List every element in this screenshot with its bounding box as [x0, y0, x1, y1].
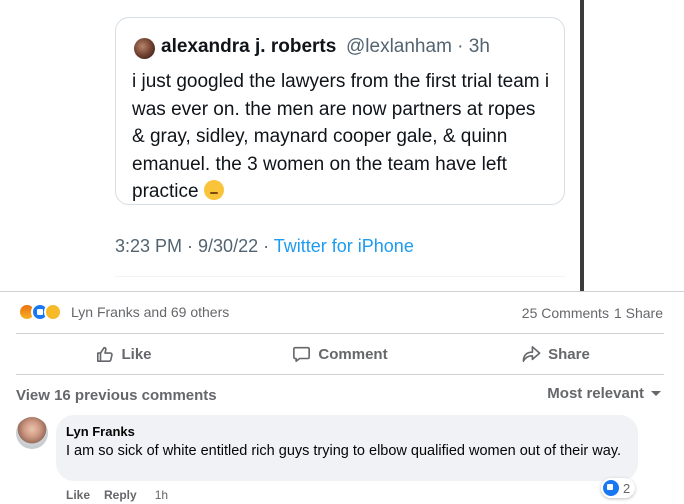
- comment-reaction-count[interactable]: 2: [601, 478, 636, 498]
- comment-icon: [293, 346, 311, 363]
- share-arrow-icon: [522, 345, 541, 363]
- tweet-text: i just googled the lawyers from the firs…: [132, 71, 550, 202]
- comment-actions: Like Reply 1h: [66, 488, 168, 502]
- comment-author[interactable]: Lyn Franks: [66, 424, 135, 439]
- post-counts: 25 Comments 1 Share: [522, 305, 663, 321]
- quoted-tweet-card: alexandra j. roberts @lexlanham · 3h i j…: [115, 17, 565, 205]
- sad-reaction-icon: [44, 303, 62, 321]
- image-edge-divider: [580, 0, 584, 291]
- comment-button[interactable]: Comment: [232, 334, 448, 374]
- tweet-author-handle: @lexlanham · 3h: [346, 36, 490, 57]
- shares-count[interactable]: 1 Share: [614, 305, 663, 321]
- comments-count[interactable]: 25 Comments: [522, 305, 609, 321]
- caret-down-icon: [651, 390, 661, 396]
- comment-reaction-number: 2: [623, 480, 631, 496]
- view-previous-comments-link[interactable]: View 16 previous comments: [16, 387, 217, 404]
- post-stats-bar: Lyn Franks and 69 others 25 Comments 1 Sh…: [0, 291, 684, 333]
- reactions-summary[interactable]: Lyn Franks and 69 others: [18, 303, 229, 321]
- comment-like-link[interactable]: Like: [66, 488, 90, 502]
- like-button[interactable]: Like: [16, 334, 232, 374]
- comment-sort-dropdown[interactable]: Most relevant: [547, 385, 662, 402]
- tweet-timestamp: 3:23 PM · 9/30/22 · Twitter for iPhone: [115, 236, 414, 256]
- avatar[interactable]: [16, 417, 48, 449]
- comment-sort-label: Most relevant: [547, 385, 644, 402]
- tweet-divider: [115, 276, 565, 277]
- comment-bubble: Lyn Franks I am so sick of white entitle…: [56, 415, 638, 481]
- like-reaction-icon: [603, 480, 619, 496]
- comment-reply-link[interactable]: Reply: [104, 488, 137, 502]
- comment-text: I am so sick of white entitled rich guys…: [66, 443, 622, 459]
- shared-tweet-image[interactable]: alexandra j. roberts @lexlanham · 3h i j…: [0, 0, 684, 291]
- tweet-author-name: alexandra j. roberts: [161, 36, 337, 57]
- share-button-label: Share: [548, 345, 590, 363]
- thinking-face-icon: [203, 180, 224, 200]
- comment-button-label: Comment: [318, 345, 388, 363]
- thumbs-up-icon: [97, 346, 114, 363]
- comment-timestamp[interactable]: 1h: [155, 488, 168, 502]
- tweet-source: Twitter for iPhone: [273, 236, 414, 256]
- reactors-text[interactable]: Lyn Franks and 69 others: [71, 304, 229, 320]
- share-button[interactable]: Share: [448, 334, 664, 374]
- tweet-author-avatar: [134, 38, 155, 59]
- like-button-label: Like: [121, 345, 152, 363]
- post-action-bar: Like Comment Share: [16, 333, 664, 375]
